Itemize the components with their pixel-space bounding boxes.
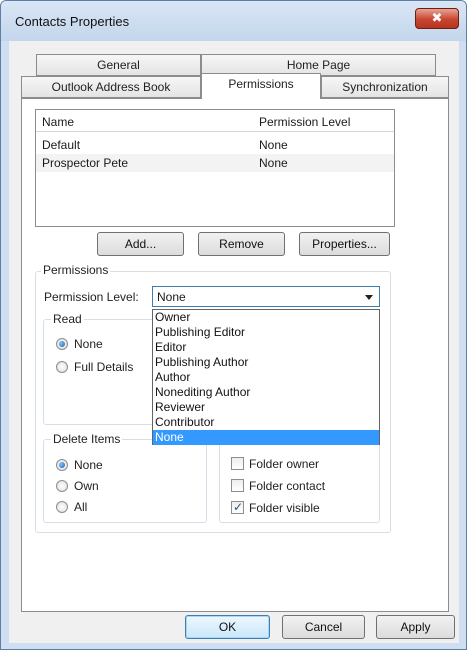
dropdown-option-reviewer[interactable]: Reviewer xyxy=(153,400,379,415)
folder-visible-label: Folder visible xyxy=(249,501,320,515)
dropdown-option-contributor[interactable]: Contributor xyxy=(153,415,379,430)
add-button[interactable]: Add... xyxy=(97,232,184,256)
window-title: Contacts Properties xyxy=(15,14,130,29)
ok-button[interactable]: OK xyxy=(185,615,270,639)
cancel-button[interactable]: Cancel xyxy=(282,615,365,639)
list-item[interactable]: Prospector Pete None xyxy=(36,154,394,172)
delete-items-group-label: Delete Items xyxy=(51,432,123,446)
list-item-level: None xyxy=(259,138,288,152)
folder-visible-checkbox[interactable] xyxy=(231,500,244,514)
read-none-label: None xyxy=(74,337,103,351)
dropdown-option-nonediting-author[interactable]: Nonediting Author xyxy=(153,385,379,400)
column-header-permission-level[interactable]: Permission Level xyxy=(259,115,350,129)
dropdown-option-owner[interactable]: Owner xyxy=(153,310,379,325)
delete-own-label: Own xyxy=(74,479,99,493)
permission-level-label: Permission Level: xyxy=(44,290,139,304)
column-header-name[interactable]: Name xyxy=(42,115,74,129)
permission-level-value: None xyxy=(157,290,186,304)
close-icon: ✖ xyxy=(431,11,443,26)
tab-synchronization[interactable]: Synchronization xyxy=(321,76,449,98)
title-bar[interactable]: Contacts Properties ✖ xyxy=(1,1,466,41)
remove-button[interactable]: Remove xyxy=(198,232,285,256)
permissions-list[interactable]: Name Permission Level Default None Prosp… xyxy=(35,109,395,227)
read-full-details-radio[interactable] xyxy=(56,361,68,373)
dropdown-option-publishing-editor[interactable]: Publishing Editor xyxy=(153,325,379,340)
permission-level-dropdown-list[interactable]: Owner Publishing Editor Editor Publishin… xyxy=(152,309,380,445)
list-header: Name Permission Level xyxy=(36,110,394,132)
tab-synchronization-label: Synchronization xyxy=(342,80,428,94)
dropdown-option-publishing-author[interactable]: Publishing Author xyxy=(153,355,379,370)
list-item[interactable]: Default None xyxy=(36,136,394,154)
permission-level-combobox[interactable]: None xyxy=(152,286,380,307)
dropdown-option-none[interactable]: None xyxy=(153,430,379,445)
delete-none-label: None xyxy=(74,458,103,472)
chevron-down-icon[interactable] xyxy=(365,295,373,300)
list-item-level: None xyxy=(259,156,288,170)
delete-all-label: All xyxy=(74,500,88,514)
delete-own-radio[interactable] xyxy=(56,480,68,492)
read-group-label: Read xyxy=(51,312,84,326)
tab-outlook-address-book-label: Outlook Address Book xyxy=(51,80,171,94)
properties-dialog: Contacts Properties ✖ General Home Page … xyxy=(0,0,467,650)
list-item-name: Default xyxy=(42,138,81,152)
permissions-group-label: Permissions xyxy=(41,263,111,277)
tab-general[interactable]: General xyxy=(36,54,201,76)
folder-contact-checkbox[interactable] xyxy=(231,479,244,492)
tab-permissions-label: Permissions xyxy=(228,77,294,91)
properties-button[interactable]: Properties... xyxy=(299,232,390,256)
tab-general-label: General xyxy=(97,58,140,72)
tab-home-page-label: Home Page xyxy=(286,58,351,72)
folder-owner-checkbox[interactable] xyxy=(231,457,244,470)
delete-none-radio[interactable] xyxy=(56,459,68,471)
folder-contact-label: Folder contact xyxy=(249,479,326,493)
close-button[interactable]: ✖ xyxy=(415,8,459,29)
list-item-name: Prospector Pete xyxy=(42,156,129,170)
tab-outlook-address-book[interactable]: Outlook Address Book xyxy=(21,76,201,98)
read-full-details-label: Full Details xyxy=(74,360,134,374)
delete-all-radio[interactable] xyxy=(56,501,68,513)
apply-button[interactable]: Apply xyxy=(376,615,455,639)
dropdown-option-editor[interactable]: Editor xyxy=(153,340,379,355)
dropdown-option-author[interactable]: Author xyxy=(153,370,379,385)
read-none-radio[interactable] xyxy=(56,338,68,350)
delete-items-group xyxy=(43,439,207,523)
folder-owner-label: Folder owner xyxy=(249,457,320,471)
tab-permissions[interactable]: Permissions xyxy=(201,73,321,99)
